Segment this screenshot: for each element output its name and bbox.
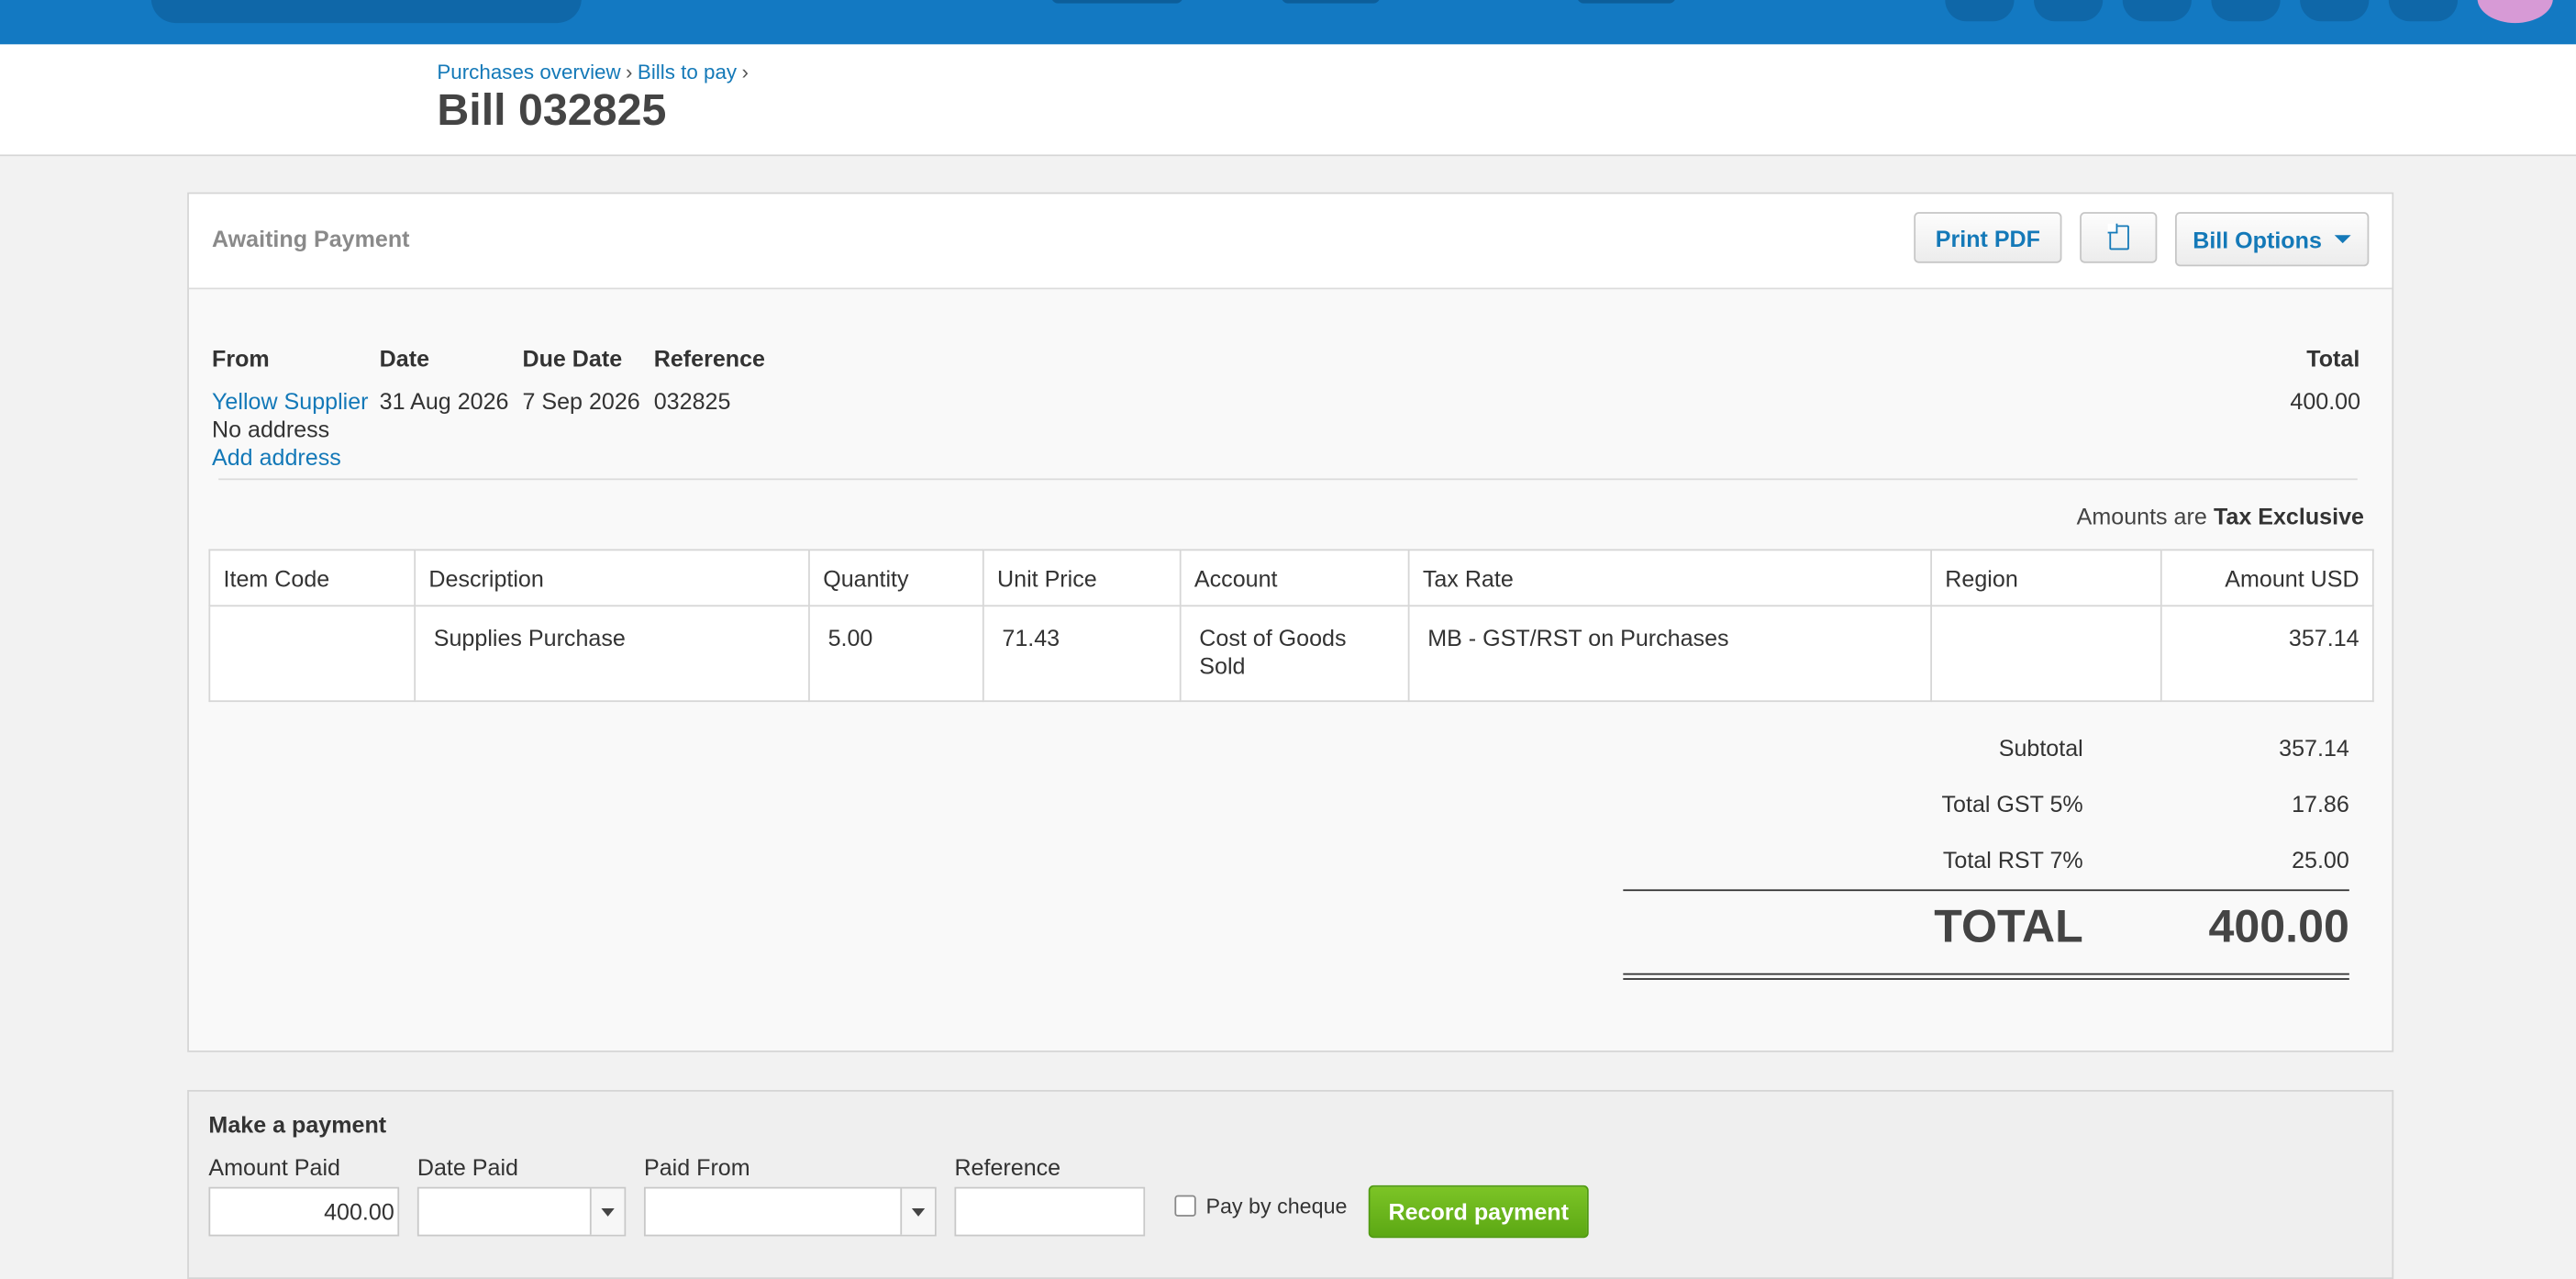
bill-total: 400.00	[2290, 387, 2361, 415]
print-pdf-button[interactable]: Print PDF	[1914, 212, 2062, 263]
column-header-quantity: Quantity	[808, 549, 984, 607]
bill-panel: Awaiting Payment Print PDF Bill Options …	[187, 192, 2394, 1052]
supplier-link[interactable]: Yellow Supplier	[212, 388, 369, 415]
help-icon[interactable]	[2211, 0, 2281, 22]
org-switcher[interactable]	[150, 0, 582, 24]
table-header-row: Item Code Description Quantity Unit Pric…	[208, 549, 2374, 607]
supplier-address: No address	[212, 416, 330, 442]
breadcrumb-bills-to-pay[interactable]: Bills to pay	[638, 61, 737, 83]
bill-options-label: Bill Options	[2193, 226, 2322, 253]
record-payment-button[interactable]: Record payment	[1368, 1184, 1589, 1239]
divider	[218, 478, 2358, 481]
line-items-table: Item Code Description Quantity Unit Pric…	[208, 549, 2374, 703]
copy-bill-button[interactable]	[2080, 212, 2158, 263]
add-icon[interactable]	[1945, 0, 2015, 22]
cell-account: Cost of Goods Sold	[1179, 605, 1410, 703]
top-navigation-bar	[0, 0, 2576, 45]
subtotal-label: Subtotal	[1998, 734, 2083, 762]
rst-total-value: 25.00	[2292, 846, 2349, 873]
bill-panel-header: Awaiting Payment Print PDF Bill Options	[188, 194, 2393, 290]
grand-total-double-rule	[1623, 978, 2349, 980]
make-payment-title: Make a payment	[208, 1111, 387, 1138]
grand-total-double-rule	[1623, 973, 2349, 975]
cell-amount: 357.14	[2160, 605, 2374, 703]
notifications-icon[interactable]	[2122, 0, 2192, 22]
amount-paid-label: Amount Paid	[208, 1153, 341, 1181]
pay-by-cheque-checkbox[interactable]	[1174, 1195, 1196, 1217]
gst-total-label: Total GST 5%	[1941, 790, 2083, 817]
payment-reference-label: Reference	[954, 1153, 1061, 1181]
app-viewport: Purchases overview › Bills to pay › Bill 03…	[0, 0, 2576, 1279]
tax-mode-note: Amounts are Tax Exclusive	[2077, 503, 2364, 529]
gst-total-value: 17.86	[2292, 790, 2349, 817]
column-header-description: Description	[414, 549, 810, 607]
avatar[interactable]	[2477, 0, 2553, 24]
paid-from-label: Paid From	[643, 1153, 750, 1181]
nav-menu-item[interactable]	[1051, 0, 1183, 4]
add-address-link[interactable]: Add address	[212, 444, 341, 471]
grand-total-value: 400.00	[2208, 900, 2349, 952]
column-header-tax-rate: Tax Rate	[1407, 549, 1932, 607]
cell-item-code	[208, 605, 416, 703]
search-icon[interactable]	[2034, 0, 2104, 22]
tax-mode-value: Tax Exclusive	[2213, 503, 2364, 529]
chevron-down-icon[interactable]	[589, 1188, 625, 1235]
payment-reference-input[interactable]	[954, 1186, 1146, 1237]
pay-by-cheque-label[interactable]: Pay by cheque	[1205, 1194, 1347, 1218]
column-header-unit-price: Unit Price	[982, 549, 1182, 607]
breadcrumb: Purchases overview › Bills to pay ›	[437, 61, 753, 83]
column-header-region: Region	[1930, 549, 2162, 607]
nav-menu-item[interactable]	[1577, 0, 1676, 4]
grand-total-label: TOTAL	[1934, 900, 2083, 952]
date-header: Date	[379, 345, 430, 372]
amount-paid-input[interactable]	[208, 1186, 400, 1237]
cell-quantity: 5.00	[808, 605, 984, 703]
bill-due-date: 7 Sep 2026	[522, 387, 640, 415]
settings-icon[interactable]	[2300, 0, 2370, 22]
nav-menu-item[interactable]	[1281, 0, 1381, 4]
breadcrumb-separator: ›	[741, 61, 749, 84]
from-header: From	[212, 345, 270, 372]
chevron-down-icon	[2335, 235, 2352, 244]
breadcrumb-purchases-overview[interactable]: Purchases overview	[437, 61, 620, 83]
cell-region	[1930, 605, 2162, 703]
paid-from-select[interactable]	[643, 1186, 937, 1237]
rst-total-label: Total RST 7%	[1942, 846, 2083, 873]
subtotal-value: 357.14	[2279, 734, 2349, 762]
tax-mode-label: Amounts are	[2076, 503, 2207, 529]
breadcrumb-separator: ›	[626, 61, 633, 84]
due-date-header: Due Date	[522, 345, 623, 372]
status-badge: Awaiting Payment	[212, 225, 410, 252]
bill-reference: 032825	[653, 387, 731, 415]
bill-date: 31 Aug 2026	[379, 387, 509, 415]
reference-header: Reference	[653, 345, 765, 372]
make-payment-panel: Make a payment Amount Paid Date Paid Pai…	[187, 1089, 2394, 1279]
date-paid-label: Date Paid	[416, 1153, 518, 1181]
bill-options-button[interactable]: Bill Options	[2175, 212, 2370, 267]
page-title: Bill 032825	[437, 85, 667, 135]
document-copy-icon	[2106, 223, 2128, 250]
page-header: Purchases overview › Bills to pay › Bill 03…	[0, 44, 2576, 157]
chevron-down-icon[interactable]	[900, 1188, 935, 1235]
cell-tax-rate: MB - GST/RST on Purchases	[1407, 605, 1932, 703]
cell-description: Supplies Purchase	[414, 605, 810, 703]
total-rule	[1623, 889, 2349, 892]
column-header-account: Account	[1179, 549, 1410, 607]
apps-grid-icon[interactable]	[2388, 0, 2459, 22]
date-paid-picker[interactable]	[416, 1186, 627, 1237]
cell-unit-price: 71.43	[982, 605, 1182, 703]
column-header-item-code: Item Code	[208, 549, 416, 607]
column-header-amount: Amount USD	[2160, 549, 2374, 607]
total-header: Total	[2306, 345, 2360, 372]
table-row: Supplies Purchase 5.00 71.43 Cost of Goo…	[208, 605, 2374, 703]
